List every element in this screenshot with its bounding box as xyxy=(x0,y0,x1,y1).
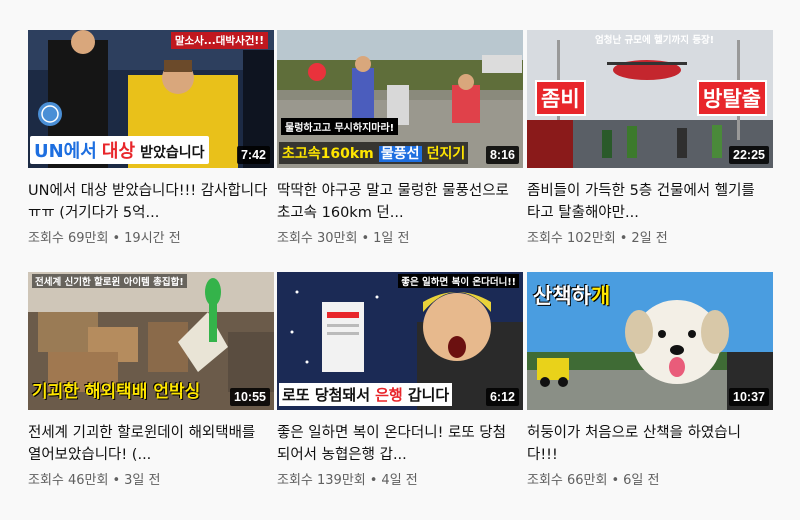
meta-separator: • xyxy=(112,473,121,488)
thumbnail-caption-part: 개 xyxy=(590,284,611,308)
thumbnail-caption: UN에서 대상 받았습니다 xyxy=(30,136,209,164)
thumbnail-caption-part: 산책하 xyxy=(533,284,591,308)
thumbnail-caption: 초고속160km 물풍선 던지기 xyxy=(279,142,469,164)
video-metadata: 조회수 69만회 • 19시간 전 xyxy=(28,230,274,248)
video-thumbnail[interactable]: 산책하개 10:37 xyxy=(527,272,773,410)
video-card[interactable]: 말소사...대박사건!! UN에서 대상 받았습니다 7:42 UN에서 대상 … xyxy=(28,30,274,248)
thumbnail-top-text: 엄청난 규모에 헬기까지 등장! xyxy=(595,35,715,46)
thumbnail-caption: 로또 당첨돼서 은행 갑니다 xyxy=(279,383,453,406)
upload-age: 1일 전 xyxy=(373,231,410,246)
video-title[interactable]: 전세계 기괴한 할로윈데이 해외택배를 열어보았습니다! (... xyxy=(28,422,274,466)
thumbnail-top-text: 물렁하고고 무시하지마라! xyxy=(281,118,399,135)
thumbnail-caption-part: 방탈출 xyxy=(697,80,767,116)
video-thumbnail[interactable]: 전세계 신기한 할로윈 아이템 총집합! 기괴한 해외택배 언박싱 10:55 xyxy=(28,272,274,410)
video-duration: 10:37 xyxy=(729,388,769,406)
video-thumbnail[interactable]: 좋은 일하면 복이 온다더니!! 로또 당첨돼서 은행 갑니다 6:12 xyxy=(277,272,523,410)
thumbnail-caption-part: 받았습니다 xyxy=(140,145,205,161)
video-metadata: 조회수 30만회 • 1일 전 xyxy=(277,230,523,248)
video-title[interactable]: 좋은 일하면 복이 온다더니! 로또 당첨 되어서 농협은행 갑... xyxy=(277,422,523,466)
thumbnail-caption: 산책하개 xyxy=(533,280,610,310)
video-card[interactable]: 좋은 일하면 복이 온다더니!! 로또 당첨돼서 은행 갑니다 6:12 좋은 … xyxy=(277,272,523,490)
video-metadata: 조회수 66만회 • 6일 전 xyxy=(527,472,773,490)
thumbnail-top-text: 좋은 일하면 복이 온다더니!! xyxy=(398,274,519,288)
video-card[interactable]: 산책하개 10:37 허둥이가 처음으로 산책을 하였습니다!!! 조회수 66… xyxy=(527,272,773,490)
video-title[interactable]: UN에서 대상 받았습니다!!! 감사합니다ㅠㅠ (거기다가 5억... xyxy=(28,180,274,224)
video-grid: 말소사...대박사건!! UN에서 대상 받았습니다 7:42 UN에서 대상 … xyxy=(0,0,800,520)
video-duration: 22:25 xyxy=(729,146,769,164)
meta-separator: • xyxy=(361,231,370,246)
video-duration: 10:55 xyxy=(230,388,270,406)
thumbnail-caption-part: 물풍선 xyxy=(378,146,422,162)
video-metadata: 조회수 46만회 • 3일 전 xyxy=(28,472,274,490)
video-thumbnail[interactable]: 말소사...대박사건!! UN에서 대상 받았습니다 7:42 xyxy=(28,30,274,168)
thumbnail-caption-part: 던지기 xyxy=(426,146,466,162)
upload-age: 4일 전 xyxy=(381,473,418,488)
video-metadata: 조회수 139만회 • 4일 전 xyxy=(277,472,523,490)
view-count: 조회수 46만회 xyxy=(28,473,109,488)
thumbnail-caption-part: 은행 xyxy=(375,386,403,404)
view-count: 조회수 66만회 xyxy=(527,473,608,488)
meta-separator: • xyxy=(369,473,378,488)
thumbnail-top-text: 전세계 신기한 할로윈 아이템 총집합! xyxy=(32,274,187,288)
upload-age: 2일 전 xyxy=(631,231,668,246)
thumbnail-caption-part: UN에서 xyxy=(34,141,97,162)
thumbnail-caption-part: 기괴한 해외택배 언박싱 xyxy=(32,382,201,402)
thumbnail-top-text: 말소사...대박사건!! xyxy=(170,32,268,49)
video-duration: 6:12 xyxy=(485,388,519,406)
view-count: 조회수 69만회 xyxy=(28,231,109,246)
meta-separator: • xyxy=(611,473,620,488)
thumbnail-caption-part: 좀비 xyxy=(535,80,586,116)
view-count: 조회수 30만회 xyxy=(277,231,358,246)
video-thumbnail[interactable]: 엄청난 규모에 헬기까지 등장! 좀비 방탈출 22:25 xyxy=(527,30,773,168)
video-card[interactable]: 엄청난 규모에 헬기까지 등장! 좀비 방탈출 22:25 좀비들이 가득한 5… xyxy=(527,30,773,248)
upload-age: 19시간 전 xyxy=(124,231,181,246)
video-title[interactable]: 좀비들이 가득한 5층 건물에서 헬기를 타고 탈출해야만... xyxy=(527,180,773,224)
video-duration: 8:16 xyxy=(485,146,519,164)
upload-age: 6일 전 xyxy=(623,473,660,488)
thumbnail-caption-part: 대상 xyxy=(101,141,136,162)
view-count: 조회수 139만회 xyxy=(277,473,366,488)
video-title[interactable]: 딱딱한 야구공 말고 물렁한 물풍선으로 초고속 160km 던... xyxy=(277,180,523,224)
video-card[interactable]: 전세계 신기한 할로윈 아이템 총집합! 기괴한 해외택배 언박싱 10:55 … xyxy=(28,272,274,490)
upload-age: 3일 전 xyxy=(124,473,161,488)
video-title[interactable]: 허둥이가 처음으로 산책을 하였습니다!!! xyxy=(527,422,773,466)
thumbnail-caption-part: 갑니다 xyxy=(407,386,450,404)
video-duration: 7:42 xyxy=(236,146,270,164)
video-thumbnail[interactable]: 물렁하고고 무시하지마라! 초고속160km 물풍선 던지기 8:16 xyxy=(277,30,523,168)
thumbnail-caption-part: 로또 당첨돼서 xyxy=(282,386,371,404)
video-card[interactable]: 물렁하고고 무시하지마라! 초고속160km 물풍선 던지기 8:16 딱딱한 … xyxy=(277,30,523,248)
video-metadata: 조회수 102만회 • 2일 전 xyxy=(527,230,773,248)
meta-separator: • xyxy=(112,231,121,246)
meta-separator: • xyxy=(619,231,628,246)
view-count: 조회수 102만회 xyxy=(527,231,616,246)
thumbnail-caption-part: 초고속160km xyxy=(282,146,374,162)
